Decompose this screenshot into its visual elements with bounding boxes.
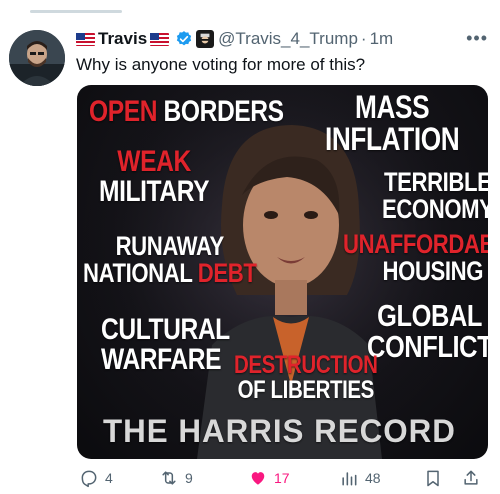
tweet-media-image[interactable]: Open Borders Mass Inflation Weak Military … <box>77 85 488 459</box>
views-button[interactable]: 48 <box>339 465 381 491</box>
share-icon <box>464 470 478 485</box>
verified-badge-icon[interactable] <box>175 30 193 48</box>
retweet-count: 9 <box>185 470 193 486</box>
like-count: 17 <box>274 470 290 486</box>
poster-open-borders: Open Borders <box>89 95 284 128</box>
bookmark-button[interactable] <box>423 465 449 491</box>
ellipsis-icon[interactable]: ••• <box>466 28 488 49</box>
poster-global-conflict: Global Conflict <box>367 298 488 364</box>
tweet-text: Why is anyone voting for more of this? <box>76 55 366 74</box>
tweet-header: Travis @Travis_4_Trump · 1m <box>76 27 490 51</box>
poster-unaffordable-housing: UnaffordableHousing <box>343 229 488 286</box>
user-handle[interactable]: @Travis_4_Trump <box>218 29 358 49</box>
like-button[interactable]: 17 <box>248 465 290 491</box>
top-divider <box>30 10 122 13</box>
bookmark-icon <box>427 470 439 487</box>
reply-button[interactable]: 4 <box>79 465 113 491</box>
poster-title: The Harris Record <box>103 413 456 449</box>
avatar[interactable] <box>9 30 65 86</box>
us-flag-icon <box>76 32 95 46</box>
poster-weak-military: Weak Military <box>99 145 210 208</box>
analytics-icon <box>342 472 357 486</box>
tweet-timestamp[interactable]: 1m <box>370 29 394 49</box>
poster-cultural-warfare: Cultural Warfare <box>101 313 230 376</box>
us-flag-icon <box>150 32 170 46</box>
share-button[interactable] <box>461 465 487 491</box>
heart-icon <box>251 472 265 485</box>
retweet-icon <box>162 471 176 485</box>
poster-terrible-economy: Terrible Economy <box>382 167 488 224</box>
affiliate-badge-icon[interactable] <box>196 30 215 48</box>
reply-count: 4 <box>105 470 113 486</box>
avatar-image <box>9 30 65 86</box>
tweet-actions: 4 9 17 48 <box>76 465 490 491</box>
separator-dot: · <box>360 29 367 48</box>
reply-icon <box>81 470 97 488</box>
views-count: 48 <box>365 470 381 486</box>
display-name[interactable]: Travis <box>98 29 147 49</box>
poster-destruction-liberties: Destruction of Liberties <box>234 351 378 404</box>
poster-runaway-debt: Runaway National Debt <box>83 231 257 288</box>
poster-mass-inflation: Mass Inflation <box>325 89 460 157</box>
retweet-button[interactable]: 9 <box>159 465 193 491</box>
